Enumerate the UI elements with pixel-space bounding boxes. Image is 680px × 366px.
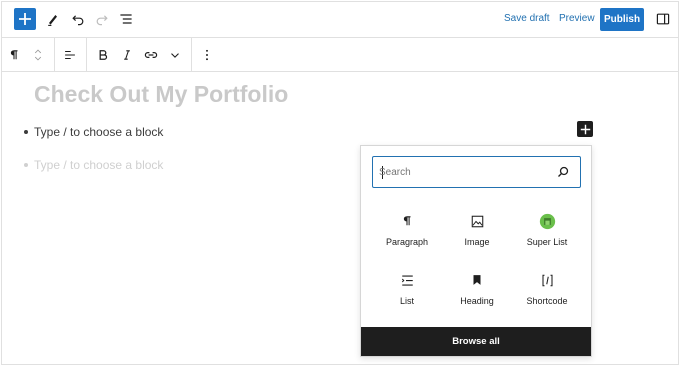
more-vertical-icon	[206, 49, 208, 61]
list-item[interactable]: Type / to choose a block	[24, 125, 163, 139]
block-shortcode[interactable]: Shortcode	[512, 271, 582, 323]
more-formats-button[interactable]	[165, 45, 185, 65]
search-icon	[558, 166, 569, 177]
undo-icon	[72, 15, 84, 26]
empty-list-item[interactable]: Type / to choose a block	[24, 158, 163, 172]
list-icon	[398, 271, 416, 289]
preview-button[interactable]: Preview	[559, 13, 595, 24]
redo-button[interactable]	[92, 9, 112, 29]
toolbar-divider	[54, 38, 55, 72]
block-label: Paragraph	[385, 237, 429, 247]
redo-icon	[96, 15, 108, 26]
block-paragraph[interactable]: Paragraph	[372, 212, 442, 264]
empty-list-item-placeholder: Type / to choose a block	[34, 158, 164, 172]
chevron-down-icon	[171, 53, 179, 58]
add-block-button[interactable]	[14, 8, 36, 30]
tools-button[interactable]	[43, 9, 63, 29]
super-list-icon	[538, 212, 556, 230]
undo-button[interactable]	[68, 9, 88, 29]
move-block-buttons[interactable]	[28, 45, 48, 65]
editor-header: Save draft Preview Publish	[2, 2, 678, 38]
bullet-icon	[24, 129, 28, 134]
paragraph-icon	[398, 212, 416, 230]
block-label: Heading	[460, 296, 494, 306]
settings-button[interactable]	[653, 9, 673, 29]
post-title[interactable]: Check Out My Portfolio	[34, 81, 288, 108]
block-inserter-popover: Paragraph Image Super List List	[360, 145, 592, 357]
bold-icon	[99, 50, 108, 60]
block-search[interactable]	[372, 156, 581, 188]
block-search-input[interactable]	[379, 163, 549, 181]
options-button[interactable]	[197, 45, 217, 65]
block-toolbar	[2, 38, 678, 72]
bullet-icon	[24, 162, 28, 167]
pen-icon	[48, 15, 57, 26]
block-label: Image	[464, 237, 490, 247]
save-draft-button[interactable]: Save draft	[504, 13, 550, 24]
heading-icon	[468, 271, 486, 289]
block-label: Super List	[526, 237, 568, 247]
document-overview-button[interactable]	[116, 9, 136, 29]
link-icon	[144, 52, 158, 58]
inline-add-block-button[interactable]	[577, 121, 593, 137]
shortcode-icon	[538, 271, 556, 289]
block-label: List	[399, 296, 414, 306]
sidebar-icon	[656, 13, 670, 25]
align-button[interactable]	[60, 45, 80, 65]
editor-window: Save draft Preview Publish Check Out My …	[1, 1, 679, 365]
plus-icon	[19, 13, 31, 25]
toolbar-divider	[86, 38, 87, 72]
list-item-text: Type / to choose a block	[34, 125, 164, 139]
align-left-icon	[65, 50, 75, 60]
block-super-list[interactable]: Super List	[512, 212, 582, 264]
block-heading[interactable]: Heading	[442, 271, 512, 323]
chevron-up-down-icon	[34, 49, 42, 61]
italic-button[interactable]	[117, 45, 137, 65]
toolbar-divider	[191, 38, 192, 72]
bold-button[interactable]	[93, 45, 113, 65]
block-type-button[interactable]	[4, 45, 24, 65]
link-button[interactable]	[141, 45, 161, 65]
block-image[interactable]: Image	[442, 212, 512, 264]
italic-icon	[124, 50, 130, 60]
list-view-icon	[120, 14, 132, 24]
paragraph-icon	[10, 50, 18, 60]
block-label: Shortcode	[526, 296, 568, 306]
block-list[interactable]: List	[372, 271, 442, 323]
browse-all-button[interactable]: Browse all	[361, 327, 591, 356]
publish-button[interactable]: Publish	[600, 8, 644, 31]
plus-icon	[580, 124, 590, 134]
image-icon	[468, 212, 486, 230]
